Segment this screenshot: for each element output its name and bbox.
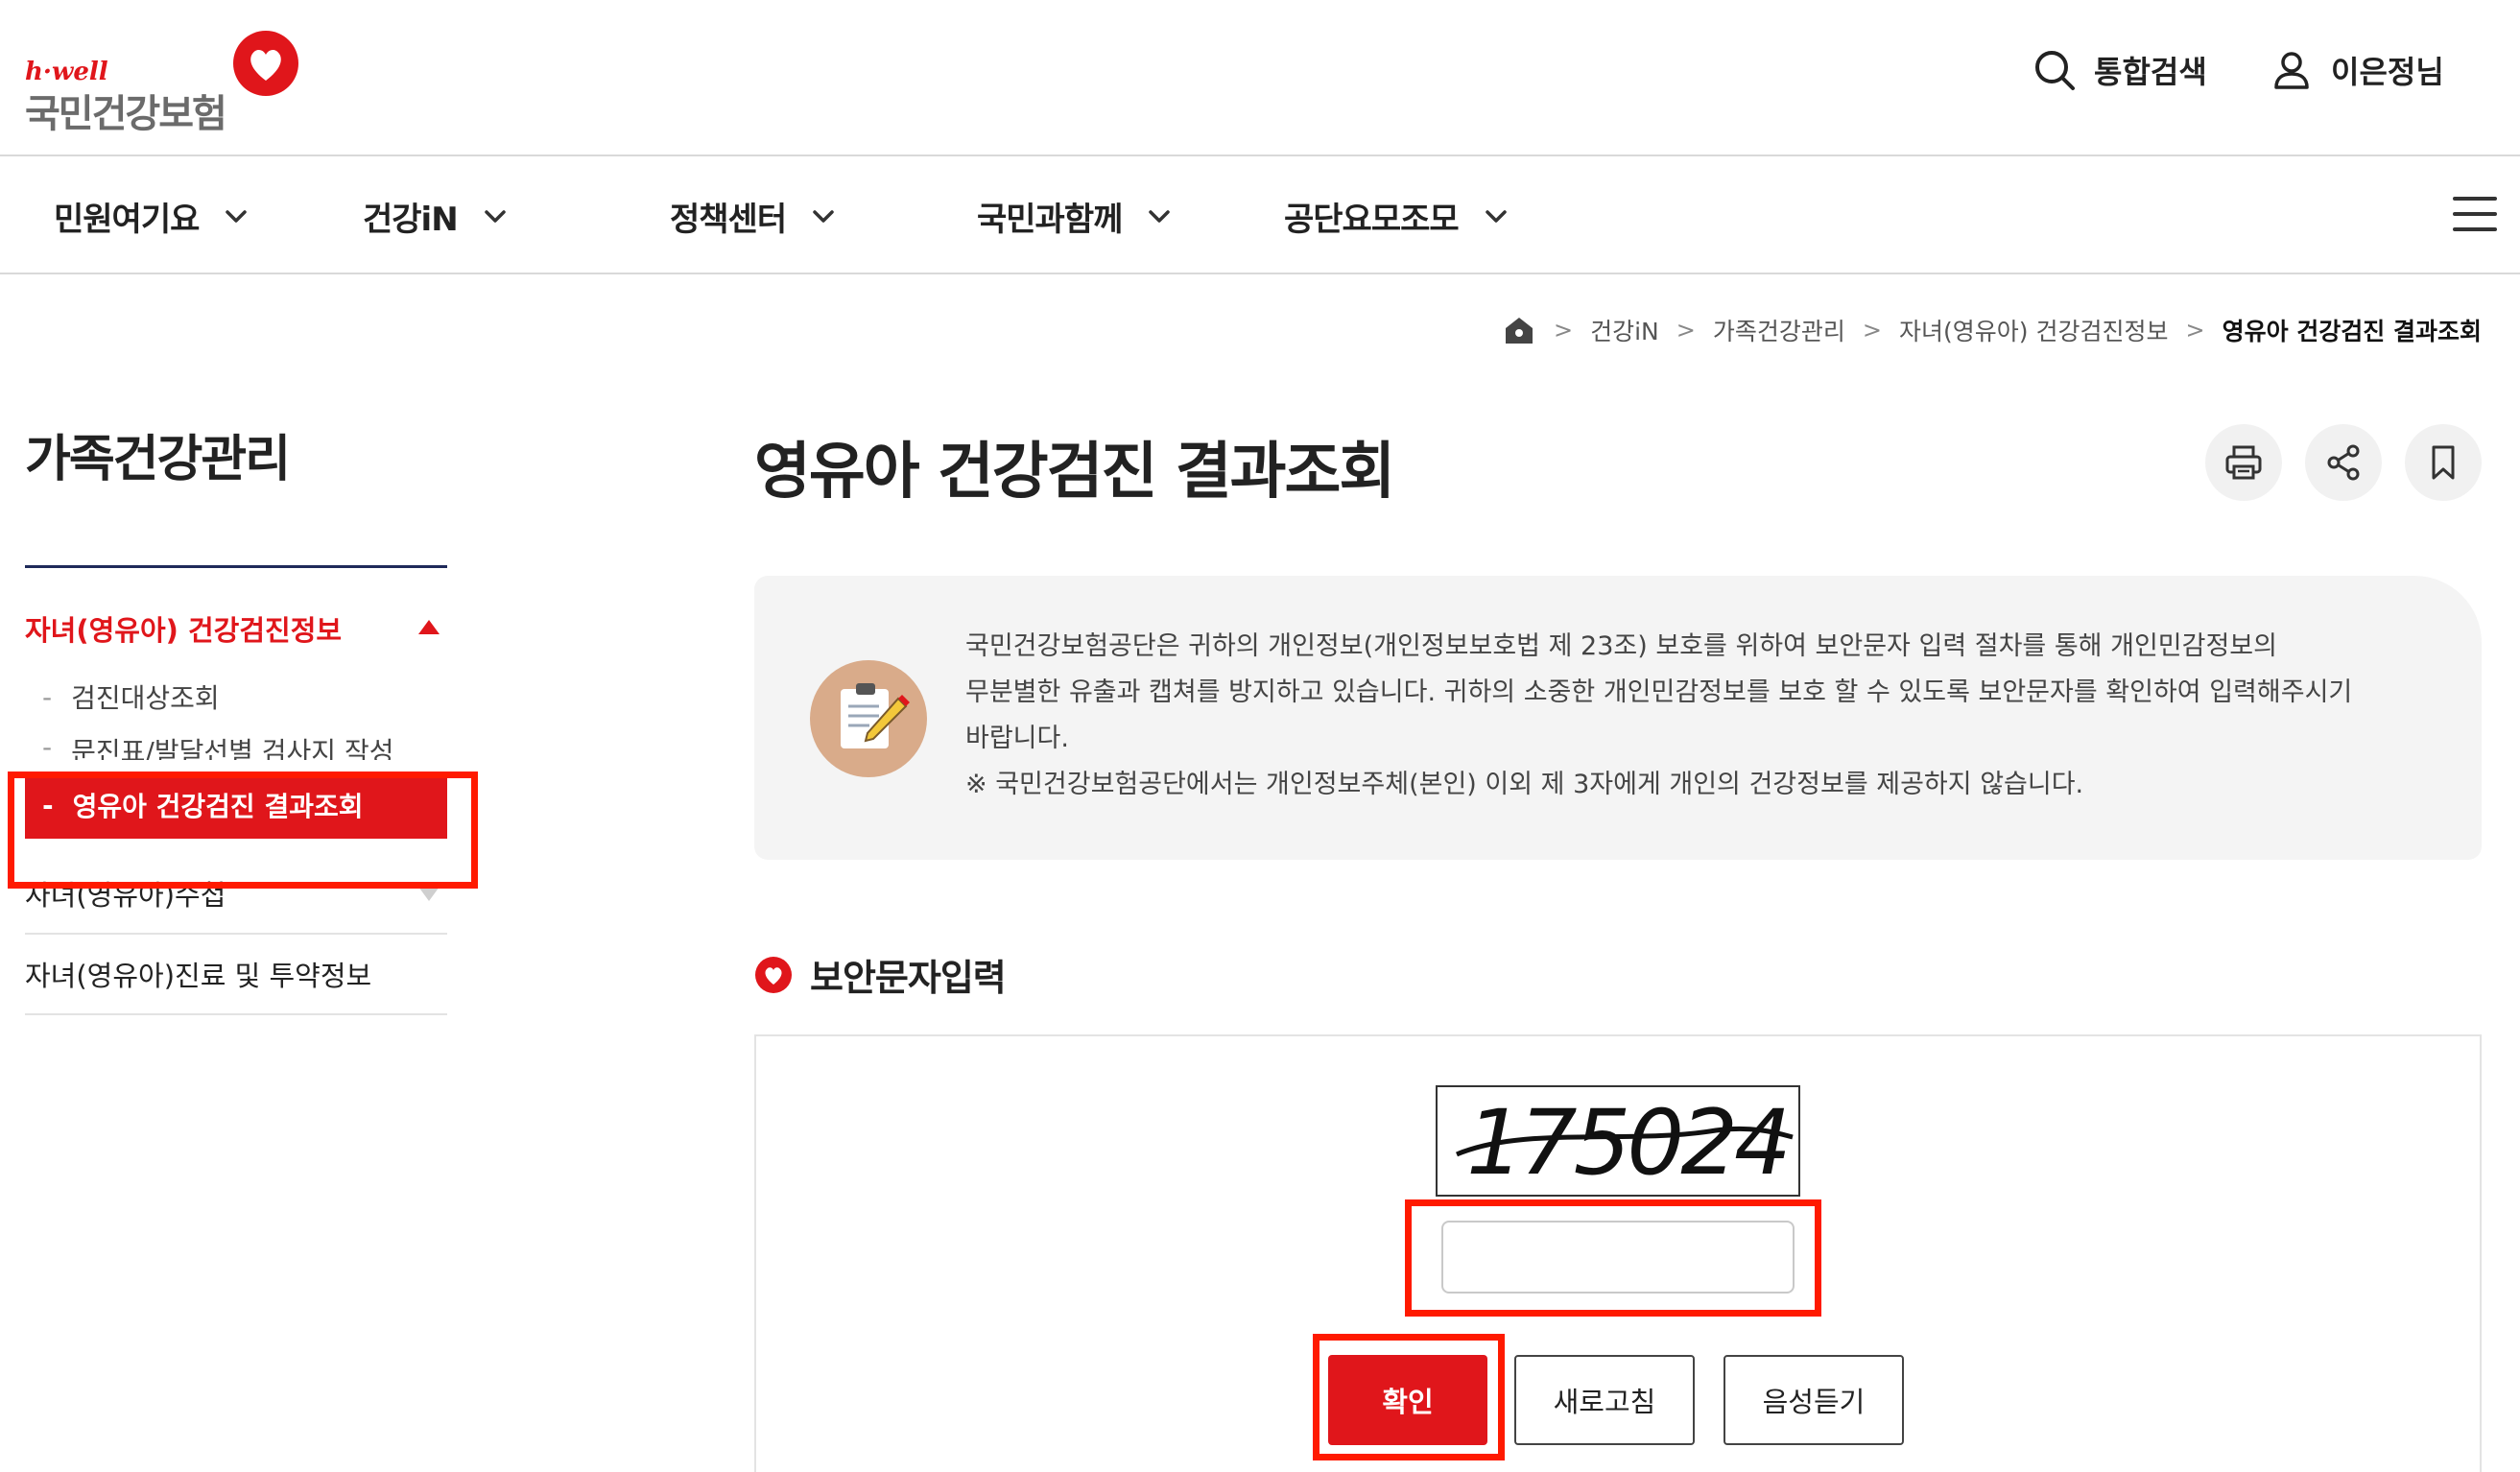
nav-item-with-citizens[interactable]: 국민과함께: [977, 158, 1174, 274]
sidebar-item-label: 자녀(영유아)진료 및 투약정보: [25, 960, 372, 992]
notepad-pencil-icon: [841, 683, 910, 748]
notice-footnote: ※ 국민건강보험공단에서는 개인정보주체(본인) 이외 제 3자에게 개인의 건…: [965, 770, 2084, 799]
user-menu-button[interactable]: 이은정님: [2270, 48, 2444, 92]
chevron-down-icon: [813, 209, 834, 223]
captcha-section-title: 보안문자입력: [754, 948, 1007, 1001]
nav-item-label: 국민과함께: [977, 201, 1123, 239]
sidebar-item-child-treatment[interactable]: 자녀(영유아)진료 및 투약정보: [25, 935, 447, 1015]
chevron-down-icon: [1149, 209, 1171, 223]
sidebar-subitem-questionnaire[interactable]: - 문진표/발달선별 검사지 작성: [25, 731, 447, 760]
breadcrumb: > 건강iN > 가족건강관리 > 자녀(영유아) 건강검진정보 > 영유아 건…: [1502, 313, 2482, 347]
user-icon: [2274, 52, 2309, 89]
dash-marker: -: [42, 680, 53, 713]
breadcrumb-item[interactable]: 건강iN: [1590, 313, 1659, 347]
breadcrumb-separator: >: [1554, 317, 1574, 344]
notice-line: 국민건강보험공단은 귀하의 개인정보(개인정보보호법 제 23조) 보호를 위하…: [965, 631, 2277, 661]
notice-icon-circle: [810, 660, 927, 777]
nav-item-label: 민원여기요: [54, 201, 200, 239]
nav-item-corporation[interactable]: 공단요모조모: [1284, 158, 1510, 274]
nav-item-label: 건강iN: [363, 201, 459, 239]
user-name: 이은정님: [2331, 54, 2444, 90]
home-icon[interactable]: [1502, 313, 1536, 347]
breadcrumb-item[interactable]: 가족건강관리: [1713, 313, 1845, 347]
sidebar-group-child-checkup[interactable]: 자녀(영유아) 건강검진정보: [25, 595, 447, 662]
chevron-down-icon: [1485, 209, 1507, 223]
refresh-captcha-button[interactable]: 새로고침: [1514, 1355, 1695, 1445]
captcha-noise-line: [1456, 1126, 1794, 1157]
section-title-text: 보안문자입력: [810, 957, 1007, 999]
sidebar-subitem-label: 문진표/발달선별 검사지 작성: [71, 736, 394, 760]
search-label: 통합검색: [2094, 54, 2207, 90]
page-title: 영유아 건강검진 결과조회: [754, 437, 1395, 508]
sidebar-title: 가족건강관리: [25, 431, 291, 488]
hamburger-menu-icon[interactable]: [2453, 197, 2497, 235]
main-navigation: 민원여기요 건강iN 정책센터 국민과함께 공단요모조모: [0, 158, 2520, 274]
share-icon: [2327, 444, 2360, 481]
breadcrumb-separator: >: [1676, 317, 1696, 344]
captcha-image: 175024: [1436, 1085, 1800, 1197]
integrated-search-button[interactable]: 통합검색: [2033, 48, 2207, 92]
breadcrumb-separator: >: [1862, 317, 1882, 344]
highlight-box-confirm: [1313, 1334, 1505, 1460]
chevron-down-icon: [226, 209, 248, 223]
audio-captcha-button[interactable]: 음성듣기: [1724, 1355, 1904, 1445]
sidebar-subitem-checkup-target[interactable]: - 검진대상조회: [25, 662, 447, 731]
notice-line: 무분별한 유출과 캡쳐를 방지하고 있습니다. 귀하의 소중한 개인민감정보를 …: [965, 677, 2353, 707]
heart-logo-icon: [233, 31, 298, 96]
breadcrumb-separator: >: [2185, 317, 2205, 344]
print-icon: [2225, 445, 2262, 480]
caret-up-icon: [418, 620, 440, 634]
nav-item-health-in[interactable]: 건강iN: [363, 158, 510, 274]
sidebar-group-label: 자녀(영유아) 건강검진정보: [25, 614, 343, 647]
nav-item-label: 정책센터: [670, 201, 787, 239]
privacy-notice-box: 국민건강보험공단은 귀하의 개인정보(개인정보보호법 제 23조) 보호를 위하…: [754, 576, 2482, 860]
chevron-down-icon: [484, 209, 506, 223]
search-icon: [2035, 51, 2075, 90]
nav-item-civil-service[interactable]: 민원여기요: [54, 158, 250, 274]
heart-bullet-icon: [755, 956, 792, 993]
nav-item-policy-center[interactable]: 정책센터: [670, 158, 838, 274]
logo-name: 국민건강보험: [25, 92, 227, 136]
share-button[interactable]: [2305, 424, 2382, 501]
nhis-logo[interactable]: h·well 국민건강보험: [25, 29, 313, 136]
notice-line: 바랍니다.: [965, 724, 1069, 753]
highlight-box-sidebar: [8, 772, 478, 889]
site-header: h·well 국민건강보험 통합검색 이은정님: [0, 0, 2520, 156]
print-button[interactable]: [2205, 424, 2282, 501]
caret-down-icon: [418, 887, 440, 901]
bookmark-button[interactable]: [2405, 424, 2482, 501]
sidebar-divider: [25, 565, 447, 568]
breadcrumb-current: 영유아 건강검진 결과조회: [2222, 318, 2482, 345]
dash-marker: -: [42, 731, 53, 760]
nav-item-label: 공단요모조모: [1284, 201, 1460, 239]
sidebar-subitem-label: 검진대상조회: [71, 682, 220, 714]
notice-text: 국민건강보험공단은 귀하의 개인정보(개인정보보호법 제 23조) 보호를 위하…: [965, 624, 2405, 808]
highlight-box-captcha-input: [1405, 1199, 1821, 1317]
bookmark-icon: [2432, 445, 2455, 480]
breadcrumb-item[interactable]: 자녀(영유아) 건강검진정보: [1899, 313, 2168, 347]
